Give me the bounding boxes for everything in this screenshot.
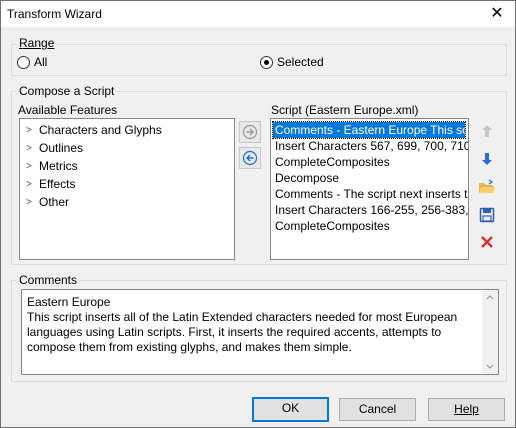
tree-item-label: Characters and Glyphs xyxy=(39,123,162,137)
move-up-button[interactable] xyxy=(477,121,497,141)
script-item[interactable]: Insert Characters 166-255, 256-383, 5 xyxy=(273,202,468,218)
range-label: Range xyxy=(17,36,57,50)
ok-button[interactable]: OK xyxy=(252,397,329,422)
chevron-right-icon[interactable]: > xyxy=(26,161,36,172)
tree-item-characters[interactable]: > Characters and Glyphs xyxy=(26,121,162,139)
script-item[interactable]: CompleteComposites xyxy=(273,218,465,234)
tree-item-label: Effects xyxy=(39,177,76,191)
arrow-right-circle-icon xyxy=(242,124,258,140)
chevron-right-icon[interactable]: > xyxy=(26,197,36,208)
save-icon xyxy=(479,207,495,223)
script-item[interactable]: CompleteComposites xyxy=(273,154,465,170)
script-item[interactable]: Comments - Eastern Europe This scr xyxy=(272,121,468,139)
tree-item-other[interactable]: > Other xyxy=(26,193,69,211)
comment-line: languages using Latin scripts. First, it… xyxy=(27,325,442,339)
delete-x-icon xyxy=(481,236,493,248)
tree-item-metrics[interactable]: > Metrics xyxy=(26,157,78,175)
range-all-label: All xyxy=(34,55,48,69)
tree-item-label: Outlines xyxy=(39,141,84,155)
cancel-button[interactable]: Cancel xyxy=(339,398,416,421)
script-item[interactable]: Comments - The script next inserts t xyxy=(273,186,468,202)
title-bar: Transform Wizard ✕ xyxy=(1,1,515,27)
transform-wizard-window: Transform Wizard ✕ Range All Selected Co… xyxy=(0,0,516,428)
folder-open-icon xyxy=(479,179,495,193)
comments-textbox[interactable]: Eastern Europe This script inserts all o… xyxy=(21,289,499,375)
window-title: Transform Wizard xyxy=(7,7,102,21)
comment-line: Eastern Europe xyxy=(27,295,111,309)
tree-item-effects[interactable]: > Effects xyxy=(26,175,75,193)
add-to-script-button[interactable] xyxy=(239,121,261,143)
open-script-button[interactable] xyxy=(477,177,497,197)
available-features-tree[interactable]: > Characters and Glyphs > Outlines > Met… xyxy=(19,118,235,260)
move-down-button[interactable] xyxy=(477,149,497,169)
arrow-left-circle-icon xyxy=(242,150,258,166)
script-item[interactable]: Decompose xyxy=(273,170,465,186)
chevron-right-icon[interactable]: > xyxy=(26,143,36,154)
radio-all-indicator xyxy=(17,55,30,69)
comment-line: This script inserts all of the Latin Ext… xyxy=(27,310,458,324)
script-item[interactable]: Insert Characters 567, 699, 700, 710, 7 xyxy=(273,138,468,154)
help-button[interactable]: Help xyxy=(428,398,505,421)
scroll-arrows-icon xyxy=(486,295,494,369)
compose-label: Compose a Script xyxy=(17,84,117,98)
radio-selected-indicator xyxy=(260,55,273,69)
arrow-down-icon xyxy=(482,153,492,165)
range-group xyxy=(11,44,507,76)
tree-item-label: Metrics xyxy=(39,159,78,173)
chevron-right-icon[interactable]: > xyxy=(26,179,36,190)
comment-line: compose them from existing glyphs, and m… xyxy=(27,340,352,354)
script-list[interactable]: Comments - Eastern Europe This scr Inser… xyxy=(270,118,469,260)
arrow-up-icon xyxy=(482,125,492,137)
delete-item-button[interactable] xyxy=(477,232,497,252)
tree-item-label: Other xyxy=(39,195,70,209)
close-icon[interactable]: ✕ xyxy=(487,4,507,24)
range-all-radio[interactable]: All xyxy=(17,55,47,69)
comments-label: Comments xyxy=(17,273,80,287)
range-selected-radio[interactable]: Selected xyxy=(260,55,324,69)
range-selected-label: Selected xyxy=(277,55,324,69)
save-script-button[interactable] xyxy=(477,205,497,225)
available-features-label: Available Features xyxy=(18,103,118,117)
chevron-right-icon[interactable]: > xyxy=(26,125,36,136)
tree-item-outlines[interactable]: > Outlines xyxy=(26,139,83,157)
remove-from-script-button[interactable] xyxy=(239,147,261,169)
comments-text: Eastern Europe This script inserts all o… xyxy=(27,295,482,355)
comments-scrollbar[interactable] xyxy=(482,290,498,374)
script-label: Script (Eastern Europe.xml) xyxy=(271,103,419,117)
